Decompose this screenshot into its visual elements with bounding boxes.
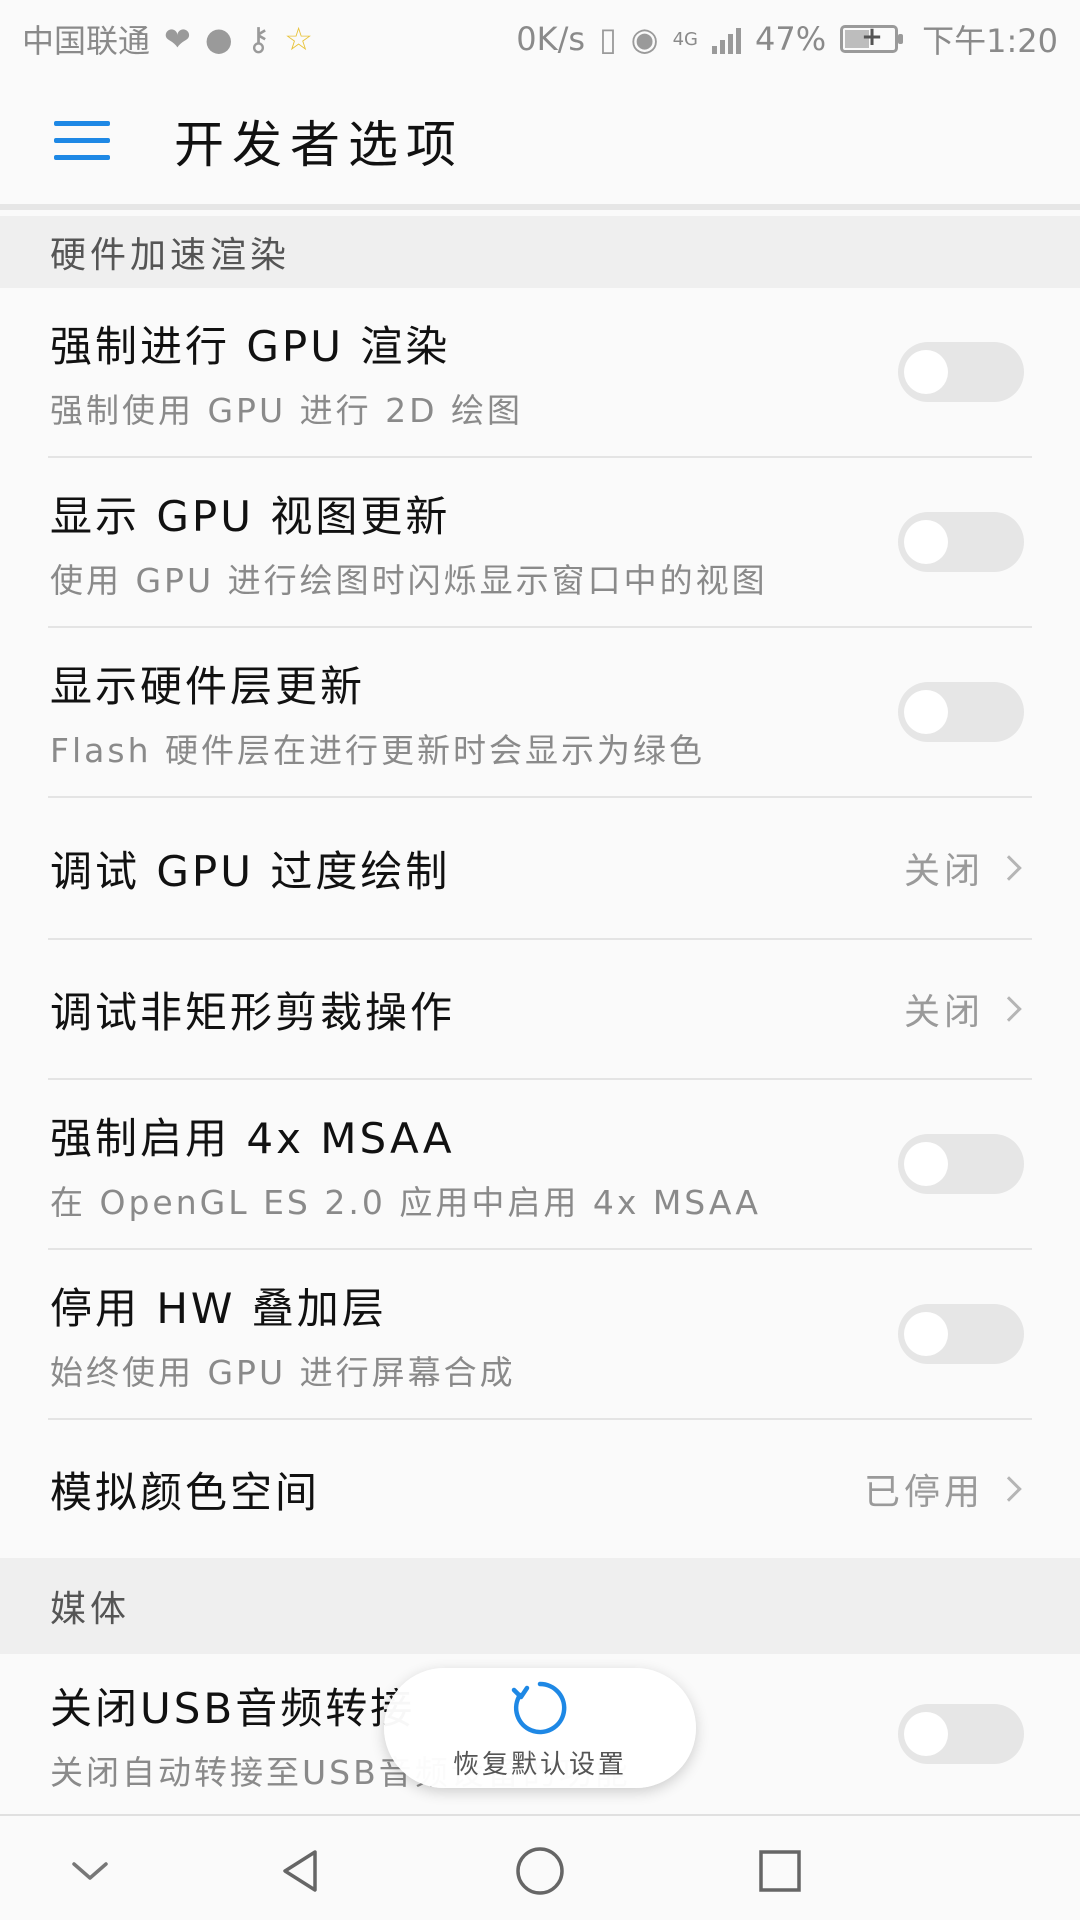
setting-subtitle: 在 OpenGL ES 2.0 应用中启用 4x MSAA: [50, 1182, 761, 1222]
setting-debug-gpu-overdraw[interactable]: 调试 GPU 过度绘制 关闭: [0, 798, 1080, 938]
setting-value: 已停用: [863, 1472, 984, 1513]
eye-icon: ◉: [630, 20, 659, 58]
page-title: 开发者选项: [174, 116, 464, 174]
setting-value: 关闭: [903, 851, 984, 892]
signal-icon: [712, 24, 741, 54]
setting-subtitle: 强制使用 GPU 进行 2D 绘图: [50, 390, 523, 430]
setting-subtitle: 始终使用 GPU 进行屏幕合成: [50, 1352, 516, 1392]
star-icon: ☆: [284, 20, 313, 58]
setting-disable-hw-overlays[interactable]: 停用 HW 叠加层 始终使用 GPU 进行屏幕合成: [0, 1250, 1080, 1418]
toggle-switch[interactable]: [898, 342, 1024, 402]
setting-title: 停用 HW 叠加层: [50, 1283, 387, 1333]
toggle-switch[interactable]: [898, 1134, 1024, 1194]
setting-force-gpu-rendering[interactable]: 强制进行 GPU 渲染 强制使用 GPU 进行 2D 绘图: [0, 288, 1080, 456]
setting-title: 强制进行 GPU 渲染: [50, 321, 451, 371]
restore-defaults-button[interactable]: 恢复默认设置: [384, 1668, 696, 1788]
status-right: 0K/s ▯ ◉ 4G 47% + 下午1:20: [516, 16, 1058, 62]
status-left: 中国联通 ❤ ● ⚷ ☆: [22, 16, 313, 62]
setting-title: 调试 GPU 过度绘制: [50, 846, 451, 896]
recents-square-icon[interactable]: [750, 1846, 810, 1896]
setting-title: 强制启用 4x MSAA: [50, 1113, 455, 1163]
status-bar: 中国联通 ❤ ● ⚷ ☆ 0K/s ▯ ◉ 4G 47% + 下午1:20: [0, 0, 1080, 78]
setting-title: 调试非矩形剪裁操作: [50, 987, 456, 1037]
setting-debug-non-rect-clip[interactable]: 调试非矩形剪裁操作 关闭: [0, 940, 1080, 1078]
setting-title: 模拟颜色空间: [50, 1467, 321, 1517]
toggle-switch[interactable]: [898, 512, 1024, 572]
vibrate-icon: ▯: [599, 20, 617, 58]
navigation-bar: [0, 1814, 1080, 1920]
battery-percent: 47%: [755, 20, 827, 58]
chevron-right-icon: [996, 855, 1022, 881]
setting-show-hw-layer-updates[interactable]: 显示硬件层更新 Flash 硬件层在进行更新时会显示为绿色: [0, 628, 1080, 796]
toggle-switch[interactable]: [898, 1304, 1024, 1364]
setting-show-gpu-view-updates[interactable]: 显示 GPU 视图更新 使用 GPU 进行绘图时闪烁显示窗口中的视图: [0, 458, 1080, 626]
clock: 下午1:20: [922, 22, 1058, 60]
setting-simulate-color-space[interactable]: 模拟颜色空间 已停用: [0, 1420, 1080, 1558]
setting-title: 显示 GPU 视图更新: [50, 491, 451, 541]
back-triangle-icon[interactable]: [270, 1846, 330, 1896]
carrier-label: 中国联通: [22, 22, 151, 60]
setting-subtitle: 使用 GPU 进行绘图时闪烁显示窗口中的视图: [50, 560, 768, 600]
toggle-switch[interactable]: [898, 682, 1024, 742]
setting-subtitle: Flash 硬件层在进行更新时会显示为绿色: [50, 730, 705, 770]
collapse-chevron-icon[interactable]: [60, 1846, 120, 1896]
setting-value: 关闭: [903, 992, 984, 1033]
setting-title: 显示硬件层更新: [50, 661, 366, 711]
setting-force-4x-msaa[interactable]: 强制启用 4x MSAA 在 OpenGL ES 2.0 应用中启用 4x MS…: [0, 1080, 1080, 1248]
chevron-right-icon: [996, 1476, 1022, 1502]
battery-charging-icon: +: [840, 22, 904, 53]
toggle-switch[interactable]: [898, 1704, 1024, 1764]
restore-defaults-label: 恢复默认设置: [452, 1749, 627, 1780]
chevron-right-icon: [996, 996, 1022, 1022]
refresh-icon: [511, 1681, 567, 1734]
network-speed: 0K/s: [516, 20, 586, 58]
network-type: 4G: [672, 28, 698, 50]
section-header-media: 媒体: [0, 1558, 1080, 1654]
section-header-hardware: 硬件加速渲染: [0, 216, 1080, 288]
home-circle-icon[interactable]: [510, 1846, 570, 1896]
key-icon: ⚷: [246, 20, 271, 58]
hamburger-menu-icon[interactable]: [54, 119, 114, 163]
heart-pulse-icon: ❤: [164, 20, 191, 58]
chat-bubble-icon: ●: [204, 20, 233, 58]
app-bar: 开发者选项: [0, 78, 1080, 210]
